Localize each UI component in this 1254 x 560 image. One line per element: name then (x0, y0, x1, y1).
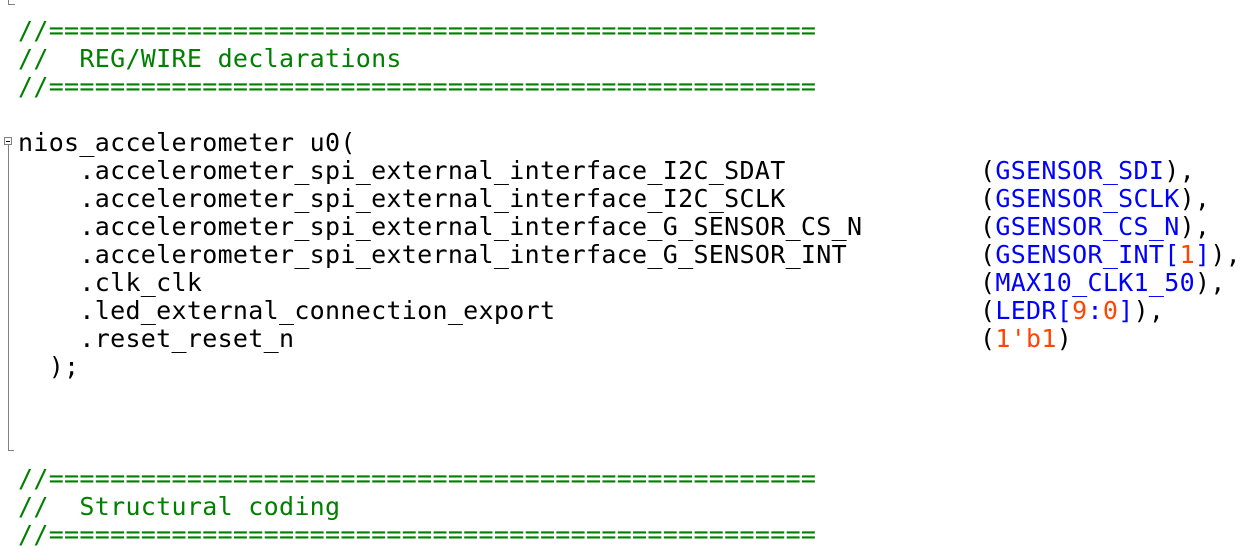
number-literal: 1'b1 (995, 324, 1057, 353)
comment-rule: //======================================… (18, 520, 817, 549)
number-literal: 9 (1072, 296, 1088, 325)
port-connection: (MAX10_CLK1_50), (980, 268, 1226, 297)
port-connection: (GSENSOR_INT[1]), (980, 240, 1242, 269)
fold-guide-top (8, 0, 15, 5)
port-name: .led_external_connection_export (18, 296, 556, 325)
signal-name: MAX10_CLK1_50 (995, 268, 1195, 297)
port-name: .accelerometer_spi_external_interface_I2… (18, 184, 786, 213)
fold-collapse-icon[interactable] (4, 137, 12, 145)
port-connection: (1'b1) (980, 324, 1073, 353)
code-editor[interactable]: //======================================… (0, 0, 1254, 560)
signal-name: GSENSOR_SDI (995, 156, 1165, 185)
comment-rule: //======================================… (18, 16, 817, 45)
port-name: .accelerometer_spi_external_interface_I2… (18, 156, 786, 185)
port-name: .clk_clk (18, 268, 203, 297)
number-literal: 1 (1179, 240, 1195, 269)
signal-name: LEDR (995, 296, 1057, 325)
signal-name: GSENSOR_CS_N (995, 212, 1180, 241)
fold-guide-end (8, 450, 14, 451)
port-connection: (GSENSOR_SCLK), (980, 184, 1211, 213)
comment-section-title: // Structural coding (18, 492, 341, 521)
fold-guide-line (8, 145, 9, 451)
signal-name: GSENSOR_INT (995, 240, 1165, 269)
signal-name: GSENSOR_SCLK (995, 184, 1180, 213)
port-connection: (GSENSOR_CS_N), (980, 212, 1211, 241)
port-name: .reset_reset_n (18, 324, 295, 353)
comment-rule: //======================================… (18, 72, 817, 101)
module-close: ); (18, 352, 80, 381)
comment-section-title: // REG/WIRE declarations (18, 44, 402, 73)
port-name: .accelerometer_spi_external_interface_G_… (18, 240, 847, 269)
comment-rule: //======================================… (18, 464, 817, 493)
port-connection: (GSENSOR_SDI), (980, 156, 1195, 185)
module-instantiation: nios_accelerometer u0( (18, 128, 356, 157)
number-literal: 0 (1102, 296, 1119, 325)
port-connection: (LEDR[9:0]), (980, 296, 1165, 325)
port-name: .accelerometer_spi_external_interface_G_… (18, 212, 863, 241)
